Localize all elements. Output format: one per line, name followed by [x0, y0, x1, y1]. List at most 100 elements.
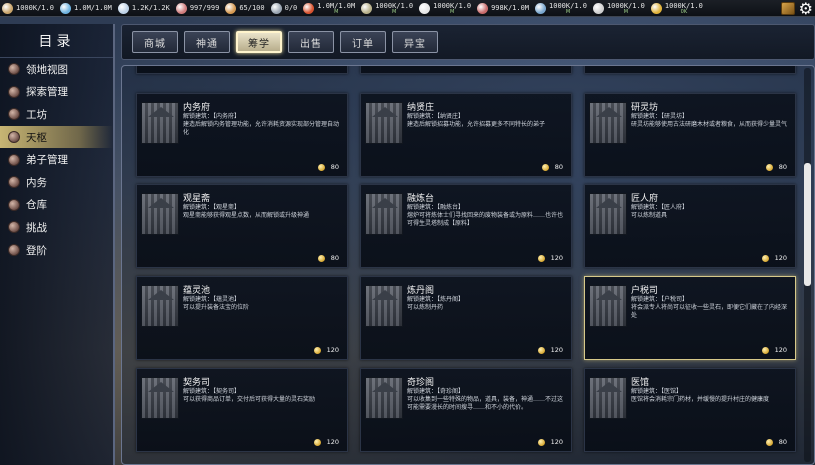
research-cost: 80	[317, 163, 339, 171]
building-name: 内务府	[183, 103, 211, 113]
research-card[interactable]: 炼丹阁 解锁建筑：【炼丹阁】 可以炼制丹药 120	[360, 276, 572, 360]
building-description: 观星斋能够获得观星点数，从而解锁或升级神通	[183, 212, 310, 219]
research-list: 内务府 解锁建筑：【内务府】 建造后解锁内务管理功能，允许消耗资源实现部分管理自动化…	[121, 65, 815, 465]
research-card[interactable]: 研灵坊 解锁建筑：【研灵坊】 研灵坊能够使用古法研磨木材或者粮食，从而获得少量灵气 8…	[584, 93, 796, 177]
research-card[interactable]: 医馆 解锁建筑：【医馆】 医馆将会消耗宗门药材，并缓慢的提升村庄的健康度 80	[584, 368, 796, 452]
gear-icon[interactable]: ⚙	[799, 0, 813, 17]
research-card[interactable]: 纳贤庄 解锁建筑：【纳贤庄】 建造后解锁招募功能，允许招募更多不同特长的弟子 80	[360, 93, 572, 177]
building-description: 研灵坊能够使用古法研磨木材或者粮食，从而获得少量灵气	[631, 121, 788, 128]
research-card[interactable]: 内务府 解锁建筑：【内务府】 建造后解锁内务管理功能，允许消耗资源实现部分管理自动化…	[136, 93, 348, 177]
bullet-icon	[8, 153, 20, 166]
top-right-tools: ⚙	[780, 0, 813, 17]
research-card[interactable]: 户税司 解锁建筑：【户税司】 将会派专人将尚可以征收一些灵石，即便它们藏在了内经深处…	[584, 276, 796, 360]
cost-value: 80	[778, 438, 787, 446]
tab-bar: 商城 神通 筹学 出售 订单 异宝	[121, 24, 815, 60]
resource-value: 1.0M/1.0M	[73, 4, 112, 12]
tab-button[interactable]: 神通	[184, 31, 230, 53]
sidebar-item-label: 天枢	[26, 131, 47, 144]
research-cost: 120	[313, 438, 339, 446]
cost-value: 80	[330, 254, 339, 262]
research-card[interactable]: 观星斋 解锁建筑：【观星斋】 观星斋能够获得观星点数，从而解锁或升级神通 80	[136, 184, 348, 268]
scrollbar[interactable]	[804, 68, 811, 462]
sidebar-item[interactable]: 挑战	[0, 216, 113, 239]
research-card[interactable]: 契务司 解锁建筑：【契务司】 可以获得商品订单，交付后可获得大量的灵石奖励 120	[136, 368, 348, 452]
sidebar-item[interactable]: 登阶	[0, 239, 113, 262]
coin-icon	[537, 438, 545, 446]
building-thumbnail	[589, 285, 627, 327]
sidebar-item-label: 挑战	[26, 221, 47, 234]
building-name: 户税司	[631, 286, 659, 296]
coin-icon	[313, 346, 321, 354]
cost-value: 120	[326, 346, 339, 354]
resource-item: 998K/1.0M	[475, 0, 533, 16]
building-thumbnail	[589, 377, 627, 419]
building-thumbnail	[141, 193, 179, 235]
research-cost: 120	[761, 254, 787, 262]
coin-icon	[761, 254, 769, 262]
building-name: 契务司	[183, 378, 211, 388]
sidebar-item[interactable]: 工坊	[0, 103, 113, 126]
tab-button[interactable]: 出售	[288, 31, 334, 53]
unlock-text: 解锁建筑：【契务司】	[183, 388, 241, 395]
sidebar-item[interactable]: 弟子管理	[0, 148, 113, 171]
sidebar-item[interactable]: 内务	[0, 171, 113, 194]
coin-icon	[537, 254, 545, 262]
building-name: 匠人府	[631, 194, 659, 204]
resource-item: 1000K/1.0 M	[359, 0, 417, 16]
research-card-partial[interactable]	[584, 66, 796, 74]
unlock-text: 解锁建筑：【奇珍阁】	[407, 388, 465, 395]
cost-value: 120	[774, 346, 787, 354]
resource-item: 65/100	[223, 0, 268, 16]
building-thumbnail	[141, 285, 179, 327]
water-drop-icon	[59, 2, 71, 14]
resource-value-stack: 1000K/1.0 M	[433, 2, 471, 15]
main-panel: 商城 神通 筹学 出售 订单 异宝 内务府 解锁建筑：【内务府】 建造后解锁内务管理功能，允许…	[121, 24, 815, 465]
sidebar: 目录 领地视图 探索管理 工坊 天枢 弟子管理 内务 仓库 挑战 登阶	[0, 24, 115, 465]
resource-value-stack: 1000K/1.0 0K	[665, 2, 703, 15]
sidebar-item-label: 仓库	[26, 199, 47, 212]
research-card-partial[interactable]	[360, 66, 572, 74]
sidebar-item-label: 内务	[26, 176, 47, 189]
unlock-text: 解锁建筑：【蕴灵池】	[183, 296, 241, 303]
research-card[interactable]: 奇珍阁 解锁建筑：【奇珍阁】 可以收集到一些特殊的物品，道具，装备，神通……不过这可…	[360, 368, 572, 452]
tab-button[interactable]: 筹学	[236, 31, 282, 53]
unlock-text: 解锁建筑：【观星斋】	[183, 204, 241, 211]
coin-icon	[313, 438, 321, 446]
sidebar-list: 领地视图 探索管理 工坊天枢弟子管理内务仓库挑战登阶	[0, 58, 113, 261]
building-description: 建造后解锁招募功能，允许招募更多不同特长的弟子	[407, 121, 546, 128]
coin-icon	[765, 438, 773, 446]
research-cost: 80	[541, 163, 563, 171]
research-card[interactable]: 融炼台 解锁建筑：【融炼台】 熔炉可将炼体士们寻找回来的废物装备或为原料……也许也可…	[360, 184, 572, 268]
sidebar-item[interactable]: 天枢	[0, 125, 113, 149]
sidebar-item[interactable]: 领地视图	[0, 58, 113, 81]
building-thumbnail	[365, 102, 403, 144]
building-thumbnail	[589, 102, 627, 144]
tab-button[interactable]: 订单	[340, 31, 386, 53]
bullet-icon	[8, 63, 20, 76]
scrollbar-thumb[interactable]	[804, 163, 811, 286]
cost-value: 120	[550, 438, 563, 446]
research-card-partial[interactable]	[136, 66, 348, 74]
coin-icon	[765, 163, 773, 171]
tab-button[interactable]: 商城	[132, 31, 178, 53]
resource-item: 1000K/1.0 0K	[649, 0, 707, 16]
bullet-icon	[8, 221, 20, 234]
sidebar-item[interactable]: 探索管理	[0, 81, 113, 104]
population-icon	[175, 2, 187, 14]
cost-value: 80	[778, 163, 787, 171]
building-name: 观星斋	[183, 194, 211, 204]
research-cost: 120	[313, 346, 339, 354]
silk-icon	[419, 2, 431, 14]
sidebar-item[interactable]: 仓库	[0, 194, 113, 217]
unlock-text: 解锁建筑：【户税司】	[631, 296, 689, 303]
building-description: 建造后解锁内务管理功能，允许消耗资源实现部分管理自动化	[183, 121, 340, 136]
meat-icon	[477, 2, 489, 14]
bullet-icon	[8, 176, 20, 189]
research-card[interactable]: 匠人府 解锁建筑：【匠人府】 可以炼制道具 120	[584, 184, 796, 268]
building-description: 可以炼制道具	[631, 212, 668, 219]
research-cost: 80	[765, 438, 787, 446]
building-name: 纳贤庄	[407, 103, 435, 113]
book-icon[interactable]	[780, 2, 795, 15]
tab-button[interactable]: 异宝	[392, 31, 438, 53]
research-card[interactable]: 蕴灵池 解锁建筑：【蕴灵池】 可以提升装备法宝的位阶 120	[136, 276, 348, 360]
